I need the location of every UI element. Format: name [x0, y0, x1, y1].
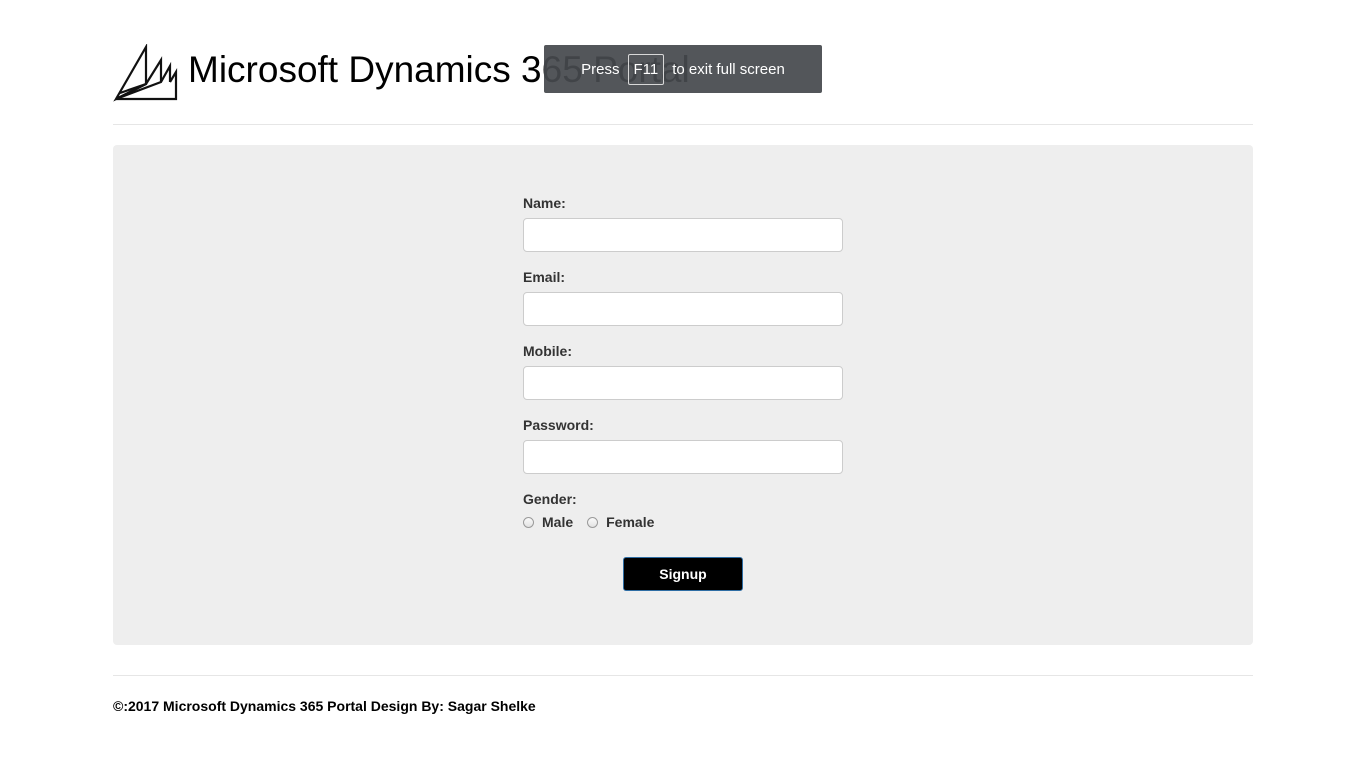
f11-key-badge: F11: [627, 53, 665, 85]
gender-female-radio[interactable]: [587, 516, 599, 528]
mobile-label: Mobile:: [523, 343, 572, 359]
signup-button[interactable]: Signup: [623, 557, 743, 591]
gender-male-radio[interactable]: [523, 516, 534, 528]
signup-button-wrap: Signup: [523, 557, 843, 591]
password-input[interactable]: [523, 440, 843, 474]
signup-form-panel: Name: Email: Mobile: Password: Gender: M…: [113, 145, 1253, 645]
microsoft-dynamics-logo-icon: [113, 44, 178, 102]
name-input[interactable]: [523, 218, 843, 252]
fullscreen-notice-prefix: Press: [581, 60, 620, 78]
footer-divider: [113, 675, 1253, 676]
email-input[interactable]: [523, 292, 843, 326]
email-label: Email:: [523, 269, 566, 285]
fullscreen-notice-suffix: to exit full screen: [672, 60, 785, 78]
password-label: Password:: [523, 417, 594, 433]
fullscreen-notice: Press F11 to exit full screen: [544, 45, 822, 93]
gender-label: Gender:: [523, 491, 577, 507]
mobile-input[interactable]: [523, 366, 843, 400]
gender-female-label[interactable]: Female: [606, 514, 654, 530]
name-label: Name:: [523, 195, 566, 211]
gender-male-label[interactable]: Male: [542, 514, 573, 530]
signup-form: Name: Email: Mobile: Password: Gender: M…: [523, 195, 843, 591]
footer-copyright: ©:2017 Microsoft Dynamics 365 Portal Des…: [113, 698, 536, 714]
page: Microsoft Dynamics 365 Portal Press F11 …: [0, 0, 1366, 768]
gender-options: Male Female: [523, 513, 843, 531]
